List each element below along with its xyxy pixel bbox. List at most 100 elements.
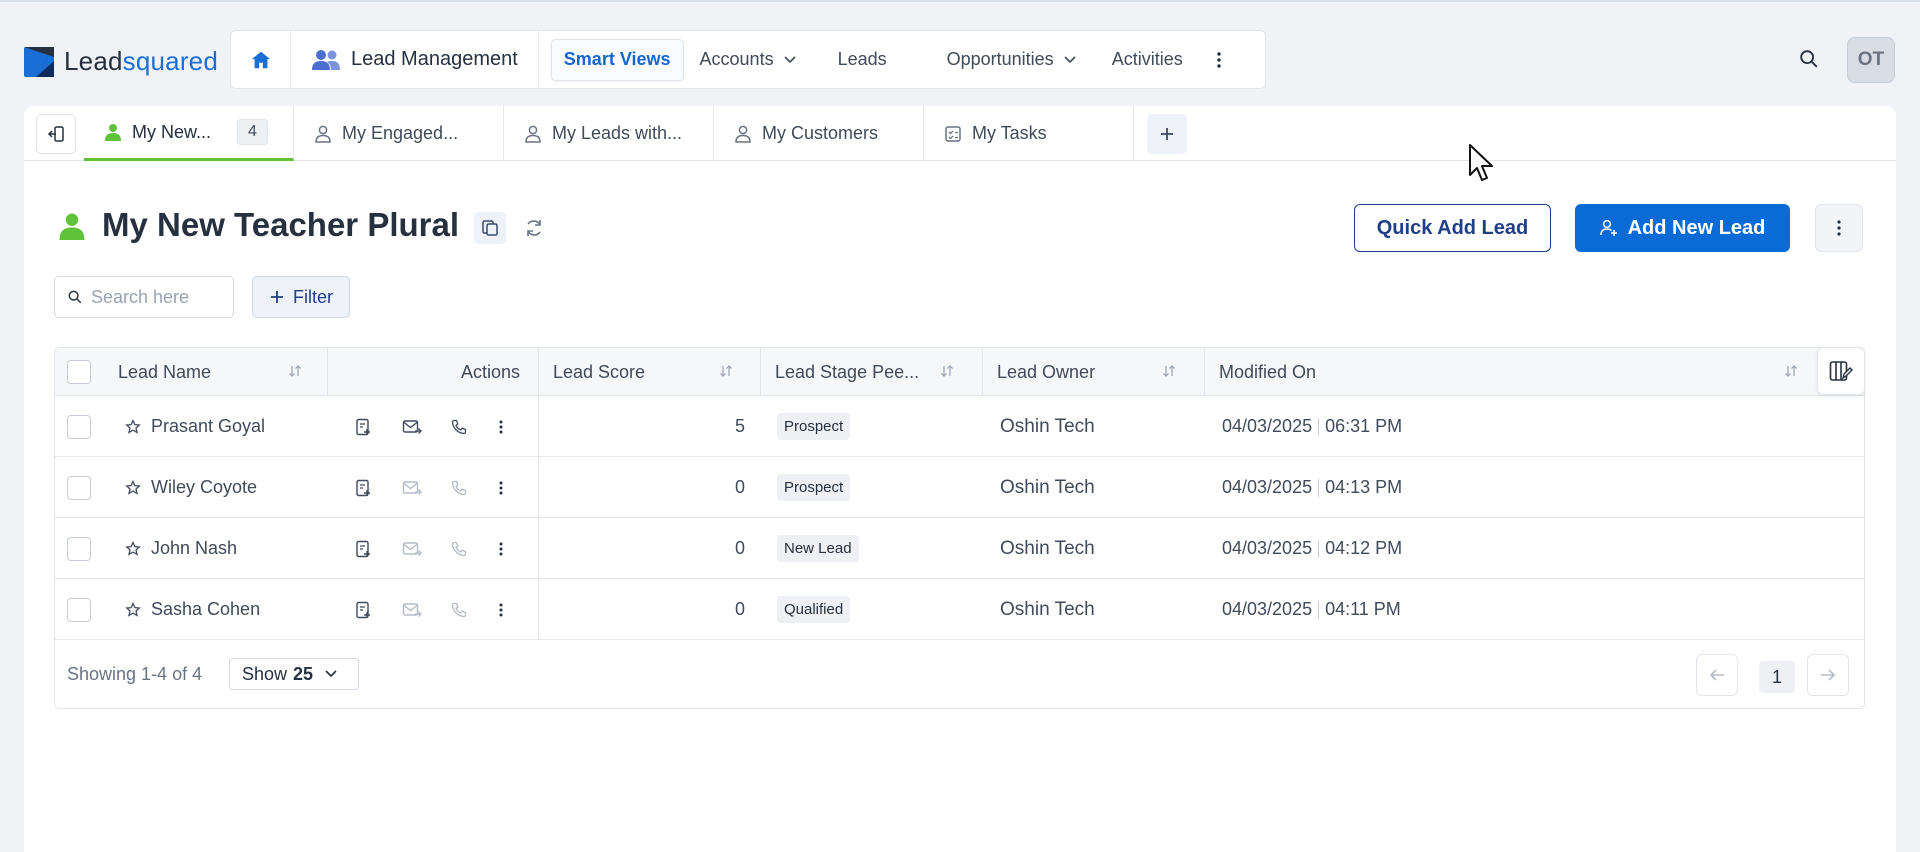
add-activity-icon[interactable] — [354, 518, 372, 579]
home-button[interactable] — [231, 31, 291, 88]
main-nav: Lead Management Smart Views Accounts Lea… — [230, 30, 1266, 89]
copy-icon — [482, 220, 498, 236]
add-new-lead-button[interactable]: Add New Lead — [1575, 204, 1790, 252]
nav-smart-views[interactable]: Smart Views — [550, 38, 684, 81]
user-avatar[interactable]: OT — [1847, 37, 1895, 83]
row-checkbox[interactable] — [67, 536, 91, 561]
page-size-select[interactable]: Show 25 — [229, 658, 359, 690]
users-icon — [312, 49, 340, 70]
page-title: My New Teacher Plural — [102, 206, 460, 243]
row-kebab-icon[interactable] — [499, 518, 503, 579]
refresh-button[interactable] — [518, 212, 550, 244]
prev-page-button[interactable] — [1696, 654, 1738, 696]
user-outline-icon — [315, 125, 331, 143]
module-switcher[interactable]: Lead Management — [291, 31, 539, 88]
row-kebab-icon[interactable] — [499, 396, 503, 457]
sort-icon[interactable] — [1784, 363, 1798, 379]
add-activity-icon[interactable] — [354, 579, 372, 640]
send-email-icon[interactable] — [402, 518, 422, 579]
row-checkbox[interactable] — [67, 475, 91, 500]
lead-stage-badge: New Lead — [777, 535, 859, 562]
row-kebab-icon[interactable] — [499, 457, 503, 518]
column-header-lead-name[interactable]: Lead Name — [118, 348, 211, 396]
lead-owner: Oshin Tech — [1000, 537, 1095, 559]
next-page-button[interactable] — [1807, 654, 1849, 696]
star-icon[interactable] — [125, 518, 141, 579]
row-checkbox[interactable] — [67, 414, 91, 439]
lead-name-link[interactable]: John Nash — [151, 518, 237, 579]
phone-icon[interactable] — [451, 518, 467, 579]
add-tab-button[interactable] — [1147, 114, 1187, 154]
quick-add-lead-button[interactable]: Quick Add Lead — [1354, 204, 1551, 252]
star-icon[interactable] — [125, 396, 141, 457]
lead-name-link[interactable]: Wiley Coyote — [151, 457, 257, 518]
star-icon[interactable] — [125, 457, 141, 518]
user-outline-icon — [735, 125, 751, 143]
nav-more-button[interactable] — [1199, 31, 1239, 88]
lead-name-link[interactable]: Prasant Goyal — [151, 396, 265, 457]
send-email-icon[interactable] — [402, 457, 422, 518]
table-footer: Showing 1-4 of 4 Show 25 1 — [55, 640, 1864, 708]
phone-icon[interactable] — [451, 457, 467, 518]
leadsquared-logo-icon — [24, 46, 54, 77]
sort-icon[interactable] — [719, 363, 733, 379]
lead-score: 5 — [734, 416, 745, 436]
column-header-modified-on[interactable]: Modified On — [1219, 348, 1316, 396]
home-icon — [251, 51, 270, 68]
kebab-menu-icon — [1217, 51, 1221, 68]
tab-my-customers[interactable]: My Customers — [714, 106, 924, 161]
tab-my-engaged[interactable]: My Engaged... — [294, 106, 504, 161]
send-email-icon[interactable] — [402, 396, 422, 457]
collapse-tabs-button[interactable] — [36, 114, 76, 154]
phone-icon[interactable] — [451, 396, 467, 457]
nav-leads[interactable]: Leads — [812, 31, 903, 88]
filter-button[interactable]: Filter — [252, 276, 350, 318]
nav-accounts[interactable]: Accounts — [684, 31, 812, 88]
lead-owner: Oshin Tech — [1000, 598, 1095, 620]
sort-icon[interactable] — [288, 363, 302, 379]
main-panel: My New... 4 My Engaged... My Leads with.… — [24, 106, 1896, 852]
lead-name-link[interactable]: Sasha Cohen — [151, 579, 260, 640]
sort-icon[interactable] — [940, 363, 954, 379]
table-header: Lead Name Actions Lead Score Lead Stage … — [55, 348, 1864, 396]
search-input[interactable] — [91, 286, 221, 308]
add-activity-icon[interactable] — [354, 396, 372, 457]
sort-icon[interactable] — [1162, 363, 1176, 379]
row-checkbox[interactable] — [67, 597, 91, 622]
sidebar-toggle-icon — [47, 126, 64, 142]
refresh-icon — [527, 220, 541, 236]
select-all-checkbox[interactable] — [67, 360, 91, 384]
phone-icon[interactable] — [451, 579, 467, 640]
add-activity-icon[interactable] — [354, 457, 372, 518]
lead-stage-badge: Qualified — [777, 596, 851, 623]
current-page[interactable]: 1 — [1759, 661, 1795, 693]
brand-name: Leadsquared — [64, 46, 218, 76]
tab-my-tasks[interactable]: My Tasks — [924, 106, 1134, 161]
leads-table: Lead Name Actions Lead Score Lead Stage … — [54, 347, 1865, 709]
lead-owner: Oshin Tech — [1000, 476, 1095, 498]
star-icon[interactable] — [125, 579, 141, 640]
copy-view-button[interactable] — [474, 212, 506, 244]
tab-my-new[interactable]: My New... 4 — [84, 106, 294, 161]
nav-opportunities[interactable]: Opportunities — [903, 31, 1092, 88]
row-kebab-icon[interactable] — [499, 579, 503, 640]
table-row[interactable]: Sasha Cohen 0 Qualified Oshin Tech 04/03… — [55, 579, 1864, 640]
brand-logo[interactable]: Leadsquared — [24, 46, 218, 77]
table-row[interactable]: Prasant Goyal 5 Prospect Oshin Tech 04/0… — [55, 396, 1864, 457]
lead-stage-badge: Prospect — [777, 413, 851, 440]
table-row[interactable]: John Nash 0 New Lead Oshin Tech 04/03/20… — [55, 518, 1864, 579]
lead-score: 0 — [734, 538, 745, 558]
lead-search — [54, 276, 234, 318]
send-email-icon[interactable] — [402, 579, 422, 640]
column-header-lead-score[interactable]: Lead Score — [553, 348, 645, 396]
column-settings-button[interactable] — [1817, 347, 1865, 395]
nav-activities[interactable]: Activities — [1092, 31, 1199, 88]
column-header-lead-stage[interactable]: Lead Stage Pee... — [775, 348, 919, 396]
lead-score: 0 — [734, 477, 745, 497]
column-header-lead-owner[interactable]: Lead Owner — [997, 348, 1095, 396]
more-actions-button[interactable] — [1815, 204, 1863, 252]
global-search-button[interactable] — [1798, 48, 1820, 70]
tab-my-leads-with[interactable]: My Leads with... — [504, 106, 714, 161]
table-row[interactable]: Wiley Coyote 0 Prospect Oshin Tech 04/03… — [55, 457, 1864, 518]
chevron-down-icon — [784, 55, 796, 63]
